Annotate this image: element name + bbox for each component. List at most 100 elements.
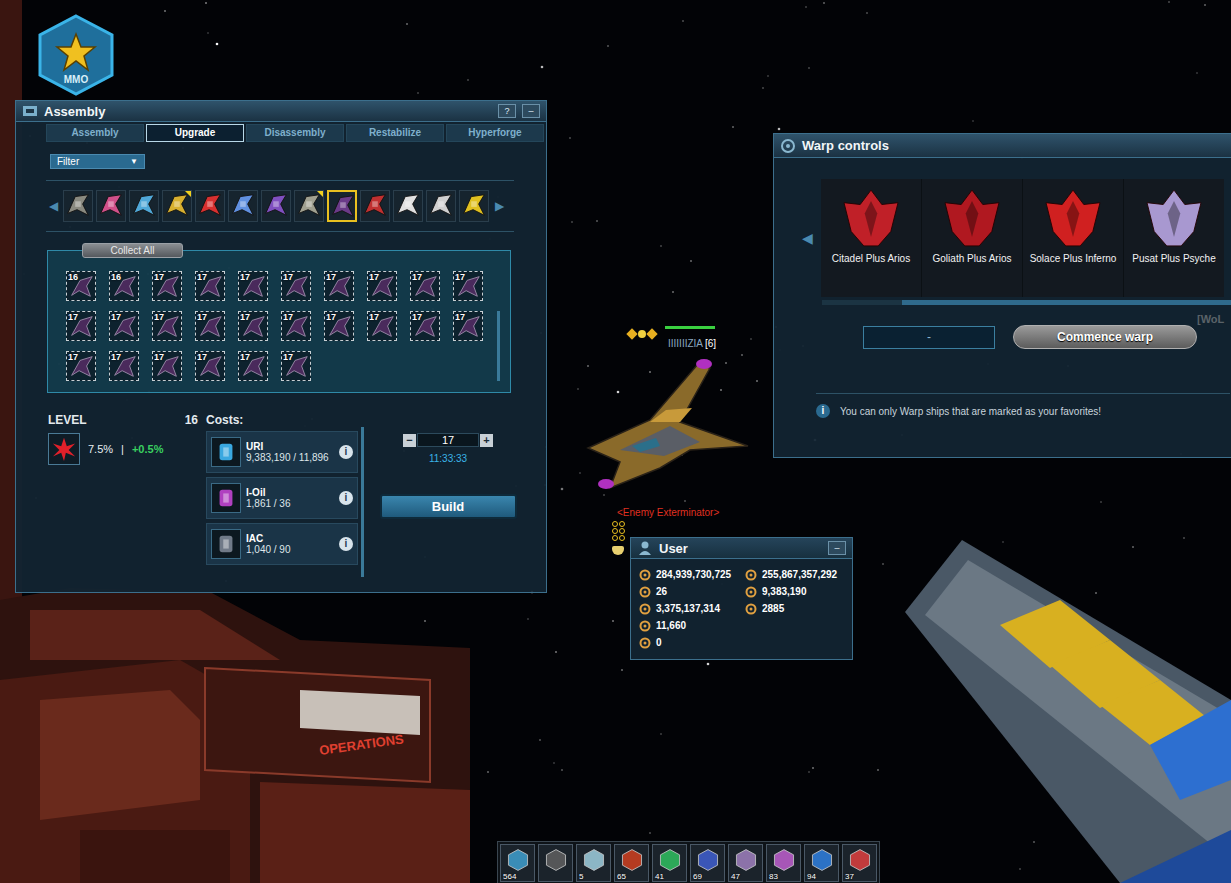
strip-item[interactable] xyxy=(129,190,159,222)
upgrade-slot[interactable]: 17 xyxy=(281,351,311,381)
commence-warp-button[interactable]: Commence warp xyxy=(1013,325,1197,349)
info-button[interactable]: i xyxy=(339,537,353,551)
strip-item[interactable] xyxy=(393,190,423,222)
stat-row: 284,939,730,725255,867,357,292 xyxy=(639,566,842,583)
warp-input[interactable]: - xyxy=(863,326,995,349)
strip-item[interactable] xyxy=(228,190,258,222)
action-slot[interactable]: 5 xyxy=(576,844,611,882)
costs-scrollbar[interactable] xyxy=(361,427,364,577)
strip-item[interactable] xyxy=(294,190,324,222)
ship-card[interactable]: Citadel Plus Arios xyxy=(821,179,921,297)
star xyxy=(1019,868,1020,869)
strip-item[interactable] xyxy=(327,190,357,222)
star xyxy=(541,66,544,69)
ship-card[interactable]: Pusat Plus Psyche xyxy=(1124,179,1224,297)
rank-icon xyxy=(628,330,656,338)
tab[interactable]: Disassembly xyxy=(246,124,344,142)
strip-item[interactable] xyxy=(162,190,192,222)
assembly-titlebar[interactable]: Assembly?– xyxy=(16,101,546,122)
tab[interactable]: Upgrade xyxy=(146,124,244,142)
action-slot[interactable]: 564 xyxy=(500,844,535,882)
strip-item[interactable] xyxy=(63,190,93,222)
slot-level: 17 xyxy=(154,352,164,362)
upgrade-slot[interactable]: 17 xyxy=(195,351,225,381)
carousel-prev-button[interactable]: ◀ xyxy=(802,230,816,246)
upgrade-slot[interactable]: 17 xyxy=(410,311,440,341)
help-button[interactable]: ? xyxy=(498,104,516,118)
upgrade-slot[interactable]: 17 xyxy=(152,351,182,381)
strip-item[interactable] xyxy=(195,190,225,222)
upgrade-slot[interactable]: 17 xyxy=(66,311,96,341)
strip-item[interactable] xyxy=(261,190,291,222)
action-slot[interactable]: 69 xyxy=(690,844,725,882)
upgrade-slot[interactable]: 17 xyxy=(195,311,225,341)
tab[interactable]: Assembly xyxy=(46,124,144,142)
collect-all-button[interactable]: Collect All xyxy=(82,243,183,258)
increase-button[interactable]: + xyxy=(480,434,493,447)
minimize-button[interactable]: – xyxy=(828,541,846,555)
item-icon xyxy=(427,191,455,219)
upgrade-slot[interactable]: 17 xyxy=(367,311,397,341)
strip-item[interactable] xyxy=(459,190,489,222)
upgrade-slot[interactable]: 17 xyxy=(453,271,483,301)
upgrade-slot[interactable]: 17 xyxy=(109,311,139,341)
upgrade-slot[interactable]: 17 xyxy=(410,271,440,301)
upgrade-slot[interactable]: 16 xyxy=(66,271,96,301)
upgrade-slot[interactable]: 17 xyxy=(367,271,397,301)
star xyxy=(725,362,726,363)
filter-dropdown[interactable]: Filter▼ xyxy=(50,154,145,169)
upgrade-slot[interactable]: 17 xyxy=(324,311,354,341)
strip-item[interactable] xyxy=(96,190,126,222)
strip-item[interactable] xyxy=(426,190,456,222)
counter-value[interactable]: 17 xyxy=(417,433,479,447)
mmo-badge[interactable]: MMO xyxy=(35,14,117,96)
action-slot[interactable]: 41 xyxy=(652,844,687,882)
info-button[interactable]: i xyxy=(339,491,353,505)
stat-icon xyxy=(745,569,757,581)
tab-bar: AssemblyUpgradeDisassemblyRestabilizeHyp… xyxy=(46,124,544,142)
strip-next-button[interactable]: ▶ xyxy=(492,199,506,213)
star xyxy=(617,391,620,394)
star xyxy=(805,6,806,7)
upgrade-slot[interactable]: 17 xyxy=(109,351,139,381)
action-slot[interactable]: 83 xyxy=(766,844,801,882)
decrease-button[interactable]: − xyxy=(403,434,416,447)
action-slot[interactable] xyxy=(538,844,573,882)
upgrade-slot[interactable]: 17 xyxy=(195,271,225,301)
upgrade-slot[interactable]: 17 xyxy=(281,271,311,301)
ship-card[interactable]: Goliath Plus Arios xyxy=(922,179,1022,297)
star xyxy=(577,388,578,389)
tab[interactable]: Restabilize xyxy=(346,124,444,142)
warp-titlebar[interactable]: Warp controls xyxy=(774,134,1231,158)
star xyxy=(1196,72,1197,73)
upgrade-slot[interactable]: 16 xyxy=(109,271,139,301)
player-ship[interactable]: IIIIIIIZIA[6] xyxy=(580,326,760,491)
build-button[interactable]: Build xyxy=(380,494,517,519)
upgrade-slot[interactable]: 17 xyxy=(238,271,268,301)
minimize-button[interactable]: – xyxy=(522,104,540,118)
action-slot[interactable]: 65 xyxy=(614,844,649,882)
upgrade-slot[interactable]: 17 xyxy=(152,271,182,301)
action-slot[interactable]: 94 xyxy=(804,844,839,882)
upgrade-slot[interactable]: 17 xyxy=(453,311,483,341)
strip-item[interactable] xyxy=(360,190,390,222)
tab[interactable]: Hyperforge xyxy=(446,124,544,142)
slot-scrollbar[interactable] xyxy=(497,311,500,381)
upgrade-slot[interactable]: 17 xyxy=(281,311,311,341)
action-slot[interactable]: 47 xyxy=(728,844,763,882)
info-button[interactable]: i xyxy=(339,445,353,459)
action-count: 564 xyxy=(503,872,516,881)
upgrade-slot[interactable]: 17 xyxy=(324,271,354,301)
item-icon xyxy=(460,191,488,219)
upgrade-slot[interactable]: 17 xyxy=(238,311,268,341)
upgrade-slot[interactable]: 17 xyxy=(66,351,96,381)
game-screen[interactable]: OPERATIONSMMOAssembly?–AssemblyUpgradeDi… xyxy=(0,0,1231,883)
upgrade-slot[interactable]: 17 xyxy=(238,351,268,381)
strip-prev-button[interactable]: ◀ xyxy=(46,199,60,213)
user-titlebar[interactable]: User– xyxy=(631,538,852,559)
carousel-scrollbar[interactable] xyxy=(822,300,1231,305)
star xyxy=(587,365,588,366)
action-slot[interactable]: 37 xyxy=(842,844,877,882)
ship-card[interactable]: Solace Plus Inferno xyxy=(1023,179,1123,297)
upgrade-slot[interactable]: 17 xyxy=(152,311,182,341)
